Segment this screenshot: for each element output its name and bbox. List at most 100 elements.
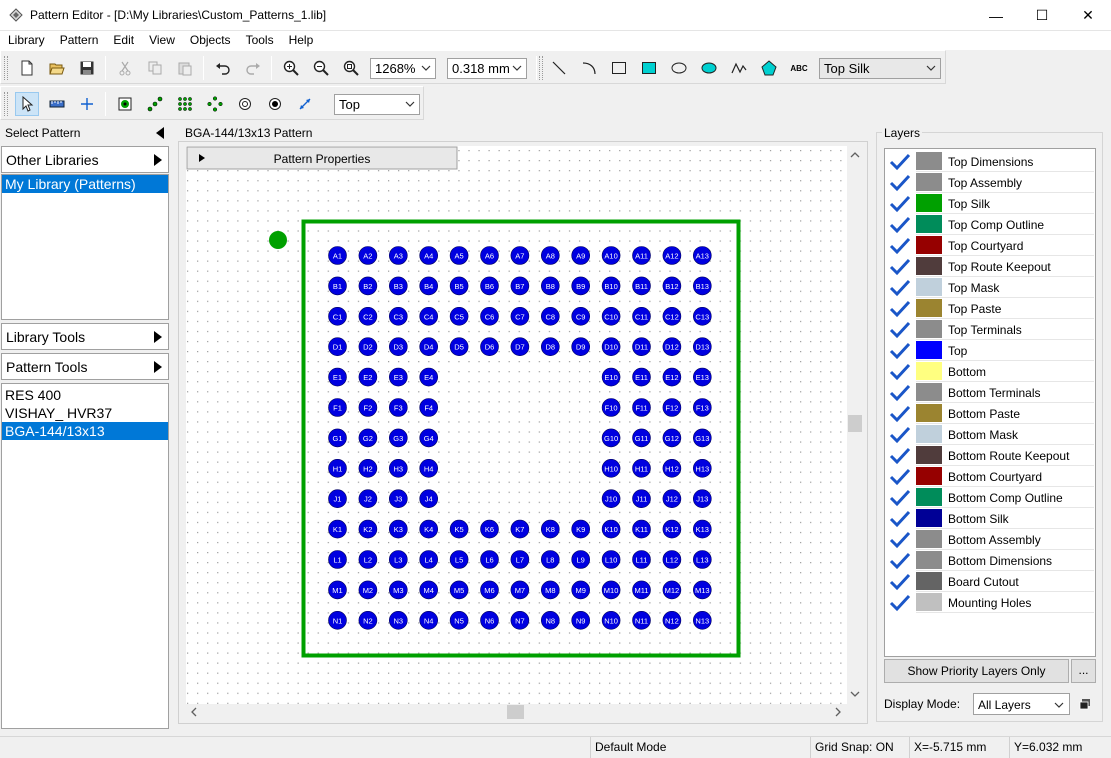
checkmark-icon[interactable] [889,300,911,318]
layer-color-swatch[interactable] [916,572,942,590]
show-priority-layers-button[interactable]: Show Priority Layers Only [884,659,1069,683]
pattern-list[interactable]: RES 400 VISHAY_ HVR37 BGA-144/13x13 [1,383,169,729]
library-item[interactable]: My Library (Patterns) [2,175,168,193]
layer-row[interactable]: Bottom Mask [886,424,1094,445]
library-list[interactable]: My Library (Patterns) [1,174,169,320]
checkmark-icon[interactable] [889,468,911,486]
layer-row[interactable]: Top Comp Outline [886,214,1094,235]
layer-combo[interactable]: Top Silk [819,58,941,79]
hole-icon[interactable] [233,92,257,116]
save-icon[interactable] [75,56,99,80]
close-button[interactable]: ✕ [1065,0,1111,31]
maximize-button[interactable]: ☐ [1019,0,1065,31]
layer-color-swatch[interactable] [916,530,942,548]
zoom-combo[interactable]: 1268% [370,58,436,79]
pad-circle-icon[interactable] [203,92,227,116]
pattern-item-selected[interactable]: BGA-144/13x13 [2,422,168,440]
layer-color-swatch[interactable] [916,152,942,170]
place-pad-icon[interactable] [113,92,137,116]
layer-color-swatch[interactable] [916,257,942,275]
menu-edit[interactable]: Edit [105,31,141,50]
layer-color-swatch[interactable] [916,278,942,296]
layer-row[interactable]: Top Route Keepout [886,256,1094,277]
open-icon[interactable] [45,56,69,80]
more-button[interactable]: ... [1071,659,1096,683]
layer-color-swatch[interactable] [916,341,942,359]
origin-cross-icon[interactable] [75,92,99,116]
other-libraries-button[interactable]: Other Libraries [1,146,169,173]
pattern-item[interactable]: RES 400 [2,386,168,404]
collapse-left-icon[interactable] [156,127,164,139]
pattern-item[interactable]: VISHAY_ HVR37 [2,404,168,422]
layer-row[interactable]: Bottom Assembly [886,529,1094,550]
menu-library[interactable]: Library [0,31,52,50]
layer-row[interactable]: Top [886,340,1094,361]
layer-row[interactable]: Top Courtyard [886,235,1094,256]
layer-row[interactable]: Bottom Dimensions [886,550,1094,571]
redo-icon[interactable] [241,56,265,80]
layer-color-swatch[interactable] [916,194,942,212]
polyline-tool-icon[interactable] [727,56,751,80]
layer-color-swatch[interactable] [916,362,942,380]
layer-color-swatch[interactable] [916,551,942,569]
menu-objects[interactable]: Objects [182,31,238,50]
checkmark-icon[interactable] [889,573,911,591]
checkmark-icon[interactable] [889,195,911,213]
menu-view[interactable]: View [141,31,182,50]
layer-row[interactable]: Top Dimensions [886,151,1094,172]
layer-row[interactable]: Mounting Holes [886,592,1094,613]
layers-list[interactable]: Top Dimensions Top Assembly Top Silk Top Co… [884,148,1096,657]
layer-row[interactable]: Top Paste [886,298,1094,319]
checkmark-icon[interactable] [889,594,911,612]
grid-combo[interactable]: 0.318 mm [447,58,527,79]
layer-row[interactable]: Bottom Courtyard [886,466,1094,487]
layer-row[interactable]: Bottom Terminals [886,382,1094,403]
layer-row[interactable]: Bottom Comp Outline [886,487,1094,508]
measure-icon[interactable] [45,92,69,116]
new-icon[interactable] [15,56,39,80]
polygon-tool-icon[interactable] [757,56,781,80]
layer-color-swatch[interactable] [916,383,942,401]
pad-array-icon[interactable] [173,92,197,116]
zoom-fit-icon[interactable] [339,56,363,80]
paste-icon[interactable] [173,56,197,80]
layer-row[interactable]: Top Silk [886,193,1094,214]
checkmark-icon[interactable] [889,237,911,255]
layer-color-swatch[interactable] [916,425,942,443]
checkmark-icon[interactable] [889,279,911,297]
checkmark-icon[interactable] [889,342,911,360]
checkmark-icon[interactable] [889,363,911,381]
toolbar-grip[interactable] [4,92,8,116]
layer-row[interactable]: Top Mask [886,277,1094,298]
layer-color-swatch[interactable] [916,215,942,233]
zoom-in-icon[interactable] [279,56,303,80]
layer-row[interactable]: Bottom Route Keepout [886,445,1094,466]
checkmark-icon[interactable] [889,489,911,507]
layer-row[interactable]: Bottom Paste [886,403,1094,424]
line-tool-icon[interactable] [547,56,571,80]
checkmark-icon[interactable] [889,174,911,192]
menu-help[interactable]: Help [281,31,321,50]
pad-line-icon[interactable] [143,92,167,116]
checkmark-icon[interactable] [889,552,911,570]
layer-color-swatch[interactable] [916,173,942,191]
menu-tools[interactable]: Tools [238,31,281,50]
minimize-button[interactable]: — [973,0,1019,31]
layer-color-swatch[interactable] [916,446,942,464]
layer-color-swatch[interactable] [916,299,942,317]
fill-ellipse-tool-icon[interactable] [697,56,721,80]
copy-icon[interactable] [143,56,167,80]
library-tools-button[interactable]: Library Tools [1,323,169,350]
arc-tool-icon[interactable] [577,56,601,80]
checkmark-icon[interactable] [889,531,911,549]
layer-color-swatch[interactable] [916,404,942,422]
checkmark-icon[interactable] [889,384,911,402]
text-tool-icon[interactable]: ABC [787,56,811,80]
layer-row[interactable]: Bottom Silk [886,508,1094,529]
fill-rectangle-tool-icon[interactable] [637,56,661,80]
layer-stack-icon[interactable] [1079,698,1091,710]
rectangle-tool-icon[interactable] [607,56,631,80]
undo-icon[interactable] [211,56,235,80]
layer-color-swatch[interactable] [916,488,942,506]
ellipse-tool-icon[interactable] [667,56,691,80]
